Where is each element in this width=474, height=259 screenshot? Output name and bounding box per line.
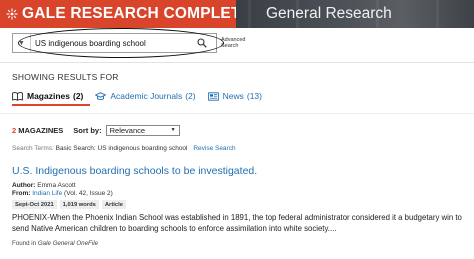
mortarboard-icon: [94, 91, 108, 101]
brand-bar[interactable]: GALE RESEARCH COMPLETE: [0, 0, 251, 28]
tab-count: (2): [73, 91, 84, 101]
results-header: 2 MAGAZINES Sort by: Relevance ▼: [12, 123, 180, 137]
newspaper-icon: [207, 91, 219, 101]
product-title: General Research: [266, 5, 392, 22]
search-scope-dropdown[interactable]: ▼: [13, 34, 31, 52]
results-count: 2 MAGAZINES: [12, 125, 64, 135]
search-terms: Search Terms: Basic Search: US indigenou…: [12, 145, 236, 152]
divider: [0, 62, 474, 63]
database-name: Gale General OneFile: [37, 240, 99, 247]
found-in: Found in Gale General OneFile: [12, 240, 99, 247]
active-tab-indicator: [12, 104, 90, 106]
date-badge: Sept-Oct 2021: [12, 200, 57, 209]
tab-count: (13): [246, 91, 262, 101]
sort-label: Sort by:: [73, 125, 102, 135]
tab-magazines[interactable]: Magazines (2): [12, 89, 83, 103]
chevron-down-icon: ▼: [18, 39, 25, 47]
source-link[interactable]: Indian Life: [32, 190, 62, 197]
search-icon: [197, 38, 207, 48]
chevron-down-icon: ▼: [170, 127, 176, 133]
tab-news[interactable]: News (13): [207, 89, 262, 103]
product-bar: General Research: [236, 0, 474, 28]
tab-label: Academic Journals: [110, 91, 183, 101]
advanced-search-link[interactable]: Advanced Search: [221, 37, 251, 49]
tab-count: (2): [185, 91, 196, 101]
tab-label: News: [222, 91, 244, 101]
gale-logo-icon: [6, 8, 18, 20]
tab-academic-journals[interactable]: Academic Journals (2): [94, 89, 196, 103]
result-author: Author: Emma Ascott: [12, 182, 76, 189]
header-banner: GALE RESEARCH COMPLETE General Research: [0, 0, 474, 28]
sort-select[interactable]: Relevance ▼: [105, 124, 180, 136]
tab-label: Magazines: [27, 91, 70, 101]
content-type-tabs: Magazines (2) Academic Journals (2) News…: [12, 89, 274, 103]
book-icon: [12, 91, 23, 101]
result-title-link[interactable]: U.S. Indigenous boarding schools to be i…: [12, 165, 257, 177]
search-button[interactable]: [191, 34, 213, 52]
result-badges: Sept-Oct 2021 1,019 words Article: [12, 200, 129, 209]
divider: [0, 113, 474, 114]
word-count-badge: 1,019 words: [59, 200, 99, 209]
result-abstract: PHOENIX-When the Phoenix Indian School w…: [12, 213, 462, 233]
brand-title: GALE RESEARCH COMPLETE: [22, 5, 252, 22]
sort-value: Relevance: [109, 125, 146, 135]
search-terms-value: Basic Search: US indigenous boarding sch…: [55, 145, 188, 152]
showing-results-label: SHOWING RESULTS FOR: [12, 72, 119, 82]
search-input[interactable]: [31, 38, 191, 48]
result-source: From: Indian Life (Vol. 42, Issue 2): [12, 190, 113, 197]
doc-type-badge: Article: [101, 200, 126, 209]
search-bar: ▼ Advanced Search: [12, 32, 251, 54]
revise-search-link[interactable]: Revise Search: [193, 145, 235, 152]
search-box: ▼: [12, 33, 217, 53]
